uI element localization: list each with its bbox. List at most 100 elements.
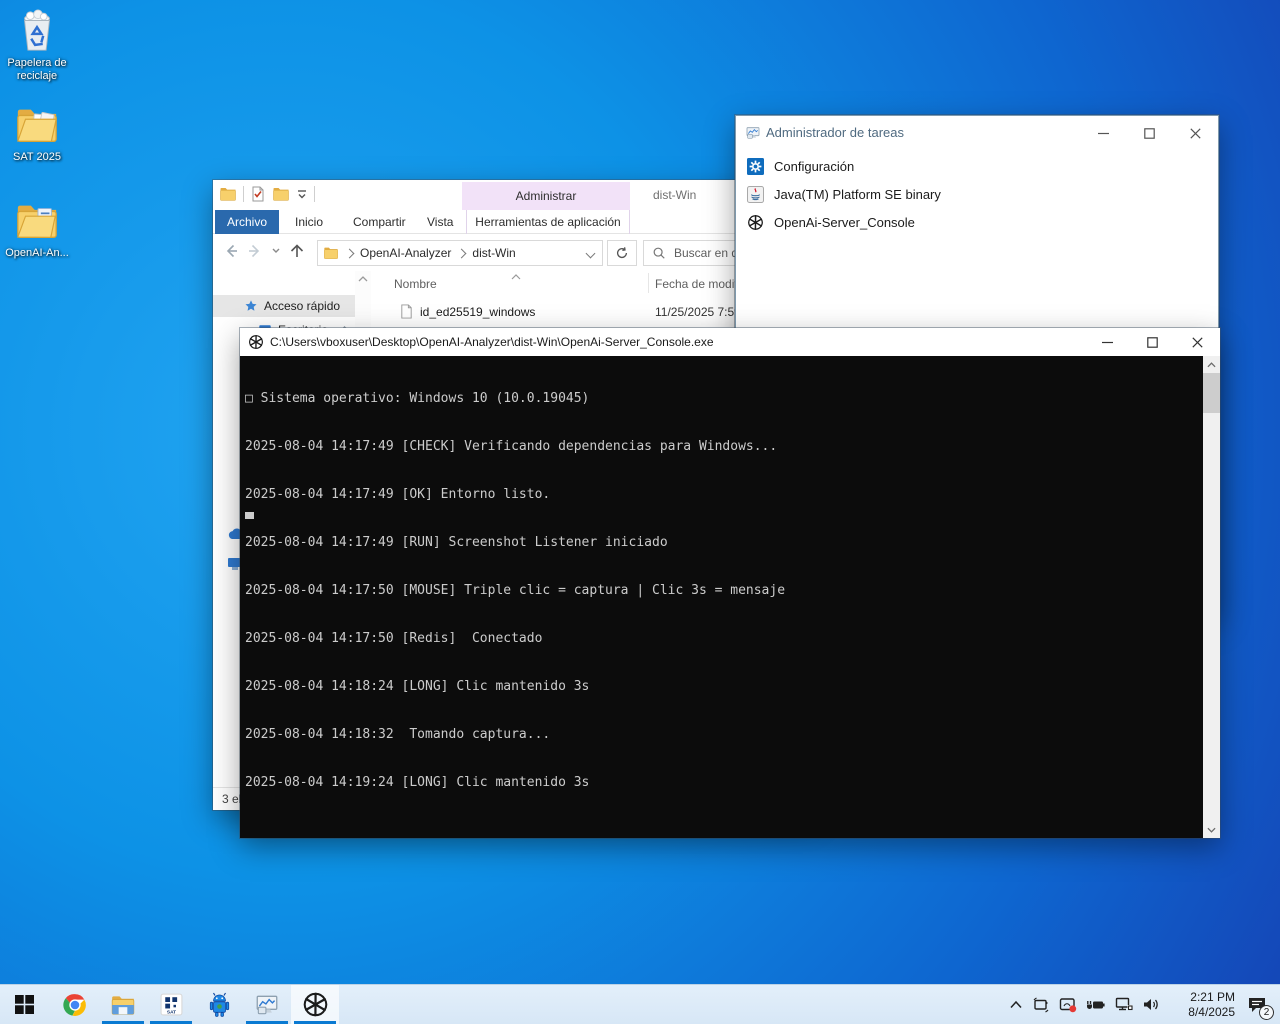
task-manager-icon bbox=[745, 125, 761, 141]
breadcrumb-openai-analyzer[interactable]: OpenAI-Analyzer bbox=[360, 246, 451, 260]
tray-power-icon[interactable] bbox=[1086, 998, 1106, 1012]
new-folder-qat-icon[interactable] bbox=[272, 185, 290, 203]
process-name: OpenAi-Server_Console bbox=[774, 215, 915, 230]
tray-recording-icon[interactable] bbox=[1059, 997, 1077, 1013]
tray-display-icon[interactable] bbox=[1032, 997, 1050, 1013]
contextual-tab-administrar[interactable]: Administrar bbox=[462, 182, 630, 210]
tab-herramientas-aplicacion[interactable]: Herramientas de aplicación bbox=[466, 210, 630, 234]
console-line: 2025-08-04 14:17:49 [OK] Entorno listo. bbox=[245, 487, 1198, 503]
console-line: 2025-08-04 14:17:49 [RUN] Screenshot Lis… bbox=[245, 535, 1198, 551]
sidebar-item-label: Acceso rápido bbox=[264, 299, 340, 313]
taskbar-sat-button[interactable]: SAT bbox=[147, 985, 195, 1024]
desktop-icon-sat-2025[interactable]: SAT 2025 bbox=[0, 102, 74, 164]
tab-vista[interactable]: Vista bbox=[415, 210, 465, 234]
console-cursor bbox=[245, 512, 254, 519]
file-name: id_ed25519_windows bbox=[420, 305, 535, 319]
back-icon[interactable] bbox=[223, 243, 239, 259]
recent-locations-icon[interactable] bbox=[271, 246, 281, 256]
column-header-nombre[interactable]: Nombre bbox=[394, 271, 437, 297]
task-manager-icon bbox=[254, 992, 280, 1018]
tab-archivo[interactable]: Archivo bbox=[215, 210, 279, 234]
up-icon[interactable] bbox=[289, 243, 305, 259]
taskbar: SAT 2:21 PM 8/4/2025 bbox=[0, 984, 1280, 1024]
console-output[interactable]: □ Sistema operativo: Windows 10 (10.0.19… bbox=[240, 356, 1220, 838]
android-robot-icon bbox=[207, 992, 232, 1018]
maximize-button[interactable] bbox=[1126, 116, 1172, 150]
properties-qat-icon[interactable] bbox=[250, 186, 266, 202]
sort-ascending-icon bbox=[511, 274, 521, 280]
refresh-button[interactable] bbox=[607, 240, 637, 266]
taskbar-chrome-button[interactable] bbox=[51, 985, 99, 1024]
console-window: C:\Users\vboxuser\Desktop\OpenAI-Analyze… bbox=[240, 328, 1220, 838]
console-title: C:\Users\vboxuser\Desktop\OpenAI-Analyze… bbox=[270, 328, 714, 356]
breadcrumb-separator-icon bbox=[457, 248, 467, 258]
maximize-button[interactable] bbox=[1129, 328, 1175, 356]
process-row-openai-server-console[interactable]: OpenAi-Server_Console bbox=[736, 208, 1218, 236]
start-button[interactable] bbox=[0, 985, 48, 1024]
minimize-button[interactable] bbox=[1080, 116, 1126, 150]
close-button[interactable] bbox=[1174, 328, 1220, 356]
scrollbar-thumb[interactable] bbox=[1203, 373, 1220, 413]
windows-logo-icon bbox=[15, 995, 34, 1014]
desktop-icon-openai-analyzer[interactable]: OpenAI-An... bbox=[0, 198, 74, 260]
console-line: 2025-08-04 14:18:32 Tomando captura... bbox=[245, 727, 1198, 743]
console-line: 2025-08-04 14:17:50 [MOUSE] Triple clic … bbox=[245, 583, 1198, 599]
process-row-java[interactable]: Java(TM) Platform SE binary bbox=[736, 180, 1218, 208]
console-titlebar[interactable]: C:\Users\vboxuser\Desktop\OpenAI-Analyze… bbox=[240, 328, 1220, 356]
tray-expand-icon[interactable] bbox=[1009, 1000, 1023, 1009]
file-modified-date: 11/25/2025 7:59 bbox=[655, 305, 741, 319]
desktop-icon-label: Papelera de reciclaje bbox=[0, 57, 74, 83]
tray-volume-icon[interactable] bbox=[1142, 997, 1160, 1012]
action-center-button[interactable]: 2 bbox=[1244, 992, 1270, 1018]
minimize-button[interactable] bbox=[1084, 328, 1130, 356]
process-name: Configuración bbox=[774, 159, 854, 174]
taskbar-task-manager-button[interactable] bbox=[243, 985, 291, 1024]
sat-label: SAT bbox=[166, 1009, 175, 1015]
desktop-icon-recycle-bin[interactable]: Papelera de reciclaje bbox=[0, 8, 74, 83]
address-bar[interactable]: OpenAI-Analyzer dist-Win bbox=[317, 240, 603, 266]
tab-compartir[interactable]: Compartir bbox=[341, 210, 418, 234]
folder-icon bbox=[14, 102, 60, 148]
close-button[interactable] bbox=[1172, 116, 1218, 150]
folder-icon bbox=[14, 198, 60, 244]
tab-inicio[interactable]: Inicio bbox=[283, 210, 335, 234]
forward-icon[interactable] bbox=[247, 243, 263, 259]
file-icon bbox=[399, 304, 414, 319]
ribbon-tabs: Archivo Inicio Compartir Vista Herramien… bbox=[213, 210, 813, 234]
console-line: 2025-08-04 14:17:50 [Redis] Conectado bbox=[245, 631, 1198, 647]
task-manager-title: Administrador de tareas bbox=[766, 116, 904, 150]
clock-time: 2:21 PM bbox=[1173, 990, 1235, 1005]
explorer-app-icon bbox=[219, 185, 237, 203]
explorer-titlebar[interactable]: Administrar dist-Win bbox=[213, 180, 813, 210]
java-icon bbox=[747, 186, 764, 203]
taskbar-openai-console-button[interactable] bbox=[291, 985, 339, 1024]
openai-icon bbox=[248, 334, 264, 350]
address-dropdown-icon[interactable] bbox=[586, 248, 596, 258]
process-row-configuracion[interactable]: Configuración bbox=[736, 152, 1218, 180]
breadcrumb-dist-win[interactable]: dist-Win bbox=[472, 246, 515, 260]
task-manager-titlebar[interactable]: Administrador de tareas bbox=[736, 116, 1218, 150]
taskbar-clock[interactable]: 2:21 PM 8/4/2025 bbox=[1173, 990, 1235, 1020]
console-scrollbar[interactable] bbox=[1203, 356, 1220, 838]
explorer-window-title: dist-Win bbox=[653, 180, 696, 210]
address-folder-icon bbox=[323, 245, 339, 261]
tray-network-icon[interactable] bbox=[1115, 997, 1133, 1012]
taskbar-explorer-button[interactable] bbox=[99, 985, 147, 1024]
recycle-bin-icon bbox=[14, 8, 60, 54]
scroll-up-icon[interactable] bbox=[1203, 356, 1220, 373]
qat-customize-icon[interactable] bbox=[296, 188, 308, 200]
console-line: 2025-08-04 14:19:24 [LONG] Clic mantenid… bbox=[245, 775, 1198, 791]
column-header-fecha[interactable]: Fecha de modif bbox=[655, 271, 738, 297]
search-icon bbox=[652, 246, 666, 260]
taskbar-android-button[interactable] bbox=[195, 985, 243, 1024]
sidebar-item-quick-access[interactable]: Acceso rápido bbox=[213, 295, 355, 317]
scroll-up-icon[interactable] bbox=[358, 275, 368, 283]
chrome-icon bbox=[62, 992, 88, 1018]
address-row: OpenAI-Analyzer dist-Win Buscar en dist-… bbox=[213, 235, 813, 271]
scroll-down-icon[interactable] bbox=[1203, 821, 1220, 838]
desktop-icon-label: OpenAI-An... bbox=[0, 247, 74, 260]
desktop-icon-label: SAT 2025 bbox=[0, 151, 74, 164]
console-line: 2025-08-04 14:18:24 [LONG] Clic mantenid… bbox=[245, 679, 1198, 695]
console-line: □ Sistema operativo: Windows 10 (10.0.19… bbox=[245, 391, 1198, 407]
file-explorer-icon bbox=[110, 992, 136, 1018]
